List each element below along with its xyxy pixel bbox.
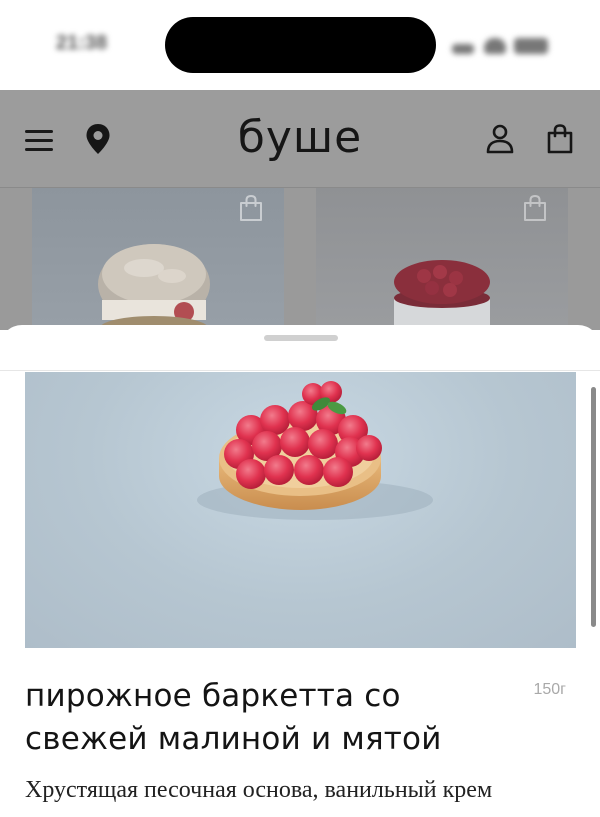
sheet-drag-handle[interactable] <box>264 335 338 341</box>
shopping-bag-icon <box>547 124 573 154</box>
signal-icon <box>452 44 474 54</box>
wifi-icon <box>484 38 506 54</box>
product-title-row: пирожное баркетта со свежей малиной и мя… <box>25 675 576 761</box>
shopping-bag-icon[interactable] <box>522 194 548 222</box>
product-description: Хрустящая песочная основа, ванильный кре… <box>25 777 493 803</box>
product-image <box>25 372 576 648</box>
app-header: буше <box>0 90 600 188</box>
user-icon <box>486 124 514 154</box>
account-button[interactable] <box>486 124 514 154</box>
app-background: буше <box>0 90 600 330</box>
shopping-bag-icon[interactable] <box>238 194 264 222</box>
product-card[interactable] <box>316 188 568 330</box>
status-time: 21:38 <box>56 32 108 54</box>
product-card[interactable] <box>32 188 284 330</box>
sheet-divider <box>0 370 600 371</box>
product-bottom-sheet[interactable]: пирожное баркетта со свежей малиной и мя… <box>0 325 600 817</box>
raspberry-tart-image <box>197 381 433 520</box>
cart-button[interactable] <box>546 124 574 154</box>
dynamic-island <box>165 17 436 73</box>
product-weight: 150г <box>533 681 566 698</box>
product-title: пирожное баркетта со свежей малиной и мя… <box>25 678 442 757</box>
status-icons <box>452 36 550 56</box>
scrollbar[interactable] <box>591 387 596 627</box>
battery-icon <box>514 38 548 54</box>
status-bar: 21:38 <box>0 0 600 90</box>
